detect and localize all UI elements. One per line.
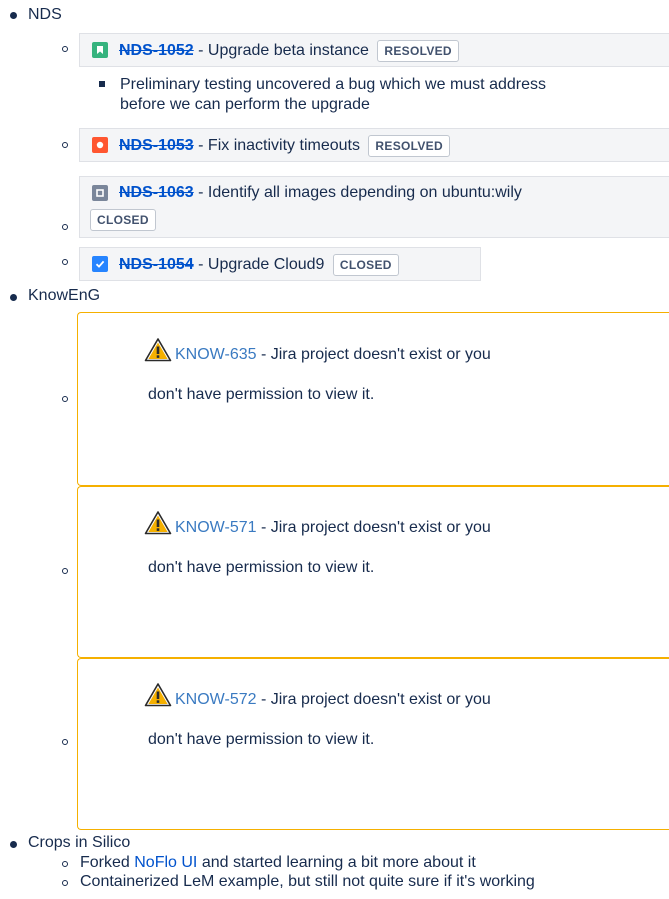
list-item-crops: Crops in Silico	[28, 834, 131, 851]
warning-icon	[144, 510, 172, 540]
crops-item-2: Containerized LeM example, but still not…	[80, 873, 535, 890]
issue-key-link[interactable]: NDS-1053	[119, 137, 194, 154]
story-icon	[92, 42, 108, 58]
status-row: CLOSED	[90, 209, 156, 231]
bullet	[62, 142, 68, 148]
issue-key-link[interactable]: NDS-1052	[119, 42, 194, 59]
issue-key-link[interactable]: NDS-1054	[119, 256, 194, 273]
bullet	[62, 224, 68, 230]
warning-message: - Jira project doesn't exist or you	[256, 519, 491, 536]
warning-message: - Jira project doesn't exist or you	[256, 346, 491, 363]
warning-message-line2: don't have permission to view it.	[148, 559, 375, 576]
issue-separator: -	[193, 256, 208, 273]
status-badge: CLOSED	[90, 209, 156, 231]
status-badge: CLOSED	[332, 254, 399, 276]
bullet	[62, 861, 68, 867]
warning-message: - Jira project doesn't exist or you	[256, 691, 491, 708]
bullet	[62, 568, 68, 574]
warning-icon	[144, 682, 172, 712]
crops-item-1: Forked NoFlo UI and started learning a b…	[80, 854, 476, 871]
warning-line: KNOW-572 - Jira project doesn't exist or…	[175, 690, 491, 710]
warning-line: KNOW-571 - Jira project doesn't exist or…	[175, 518, 491, 538]
bullet	[10, 12, 17, 19]
issue-summary: Upgrade beta instance	[207, 42, 369, 59]
list-item-knoweng: KnowEnG	[28, 287, 101, 304]
bullet	[62, 396, 68, 402]
issue-line: NDS-1053 - Fix inactivity timeouts RESOL…	[119, 135, 450, 157]
task-icon	[92, 256, 108, 272]
warning-message-line2: don't have permission to view it.	[148, 386, 375, 403]
issue-comment-line2: before we can perform the upgrade	[120, 96, 370, 113]
bullet	[62, 46, 68, 52]
bullet	[10, 841, 17, 848]
warning-line: KNOW-635 - Jira project doesn't exist or…	[175, 345, 491, 365]
subtask-icon	[92, 185, 108, 201]
issue-summary: Identify all images depending on ubuntu:…	[207, 184, 522, 201]
issue-separator: -	[193, 137, 208, 154]
issue-key-link[interactable]: KNOW-635	[175, 346, 257, 363]
bullet	[62, 259, 68, 265]
issue-line: NDS-1054 - Upgrade Cloud9 CLOSED	[119, 254, 399, 276]
warning-icon	[144, 337, 172, 367]
warning-message-line2: don't have permission to view it.	[148, 731, 375, 748]
issue-summary: Upgrade Cloud9	[207, 256, 325, 273]
bullet	[62, 880, 68, 886]
issue-line: NDS-1052 - Upgrade beta instance RESOLVE…	[119, 40, 459, 62]
issue-line: NDS-1063 - Identify all images depending…	[119, 183, 522, 203]
issue-separator: -	[193, 42, 208, 59]
status-badge: RESOLVED	[377, 40, 459, 62]
list-item-nds: NDS	[28, 6, 62, 23]
noflo-ui-link[interactable]: NoFlo UI	[134, 854, 197, 871]
bullet	[62, 739, 68, 745]
issue-separator: -	[193, 184, 208, 201]
bullet	[10, 294, 17, 301]
bug-icon	[92, 137, 108, 153]
issue-summary: Fix inactivity timeouts	[207, 137, 360, 154]
status-badge: RESOLVED	[368, 135, 450, 157]
bullet	[99, 81, 105, 87]
issue-key-link[interactable]: KNOW-571	[175, 519, 257, 536]
issue-key-link[interactable]: KNOW-572	[175, 691, 257, 708]
issue-key-link[interactable]: NDS-1063	[119, 184, 194, 201]
issue-comment: Preliminary testing uncovered a bug whic…	[120, 76, 546, 93]
